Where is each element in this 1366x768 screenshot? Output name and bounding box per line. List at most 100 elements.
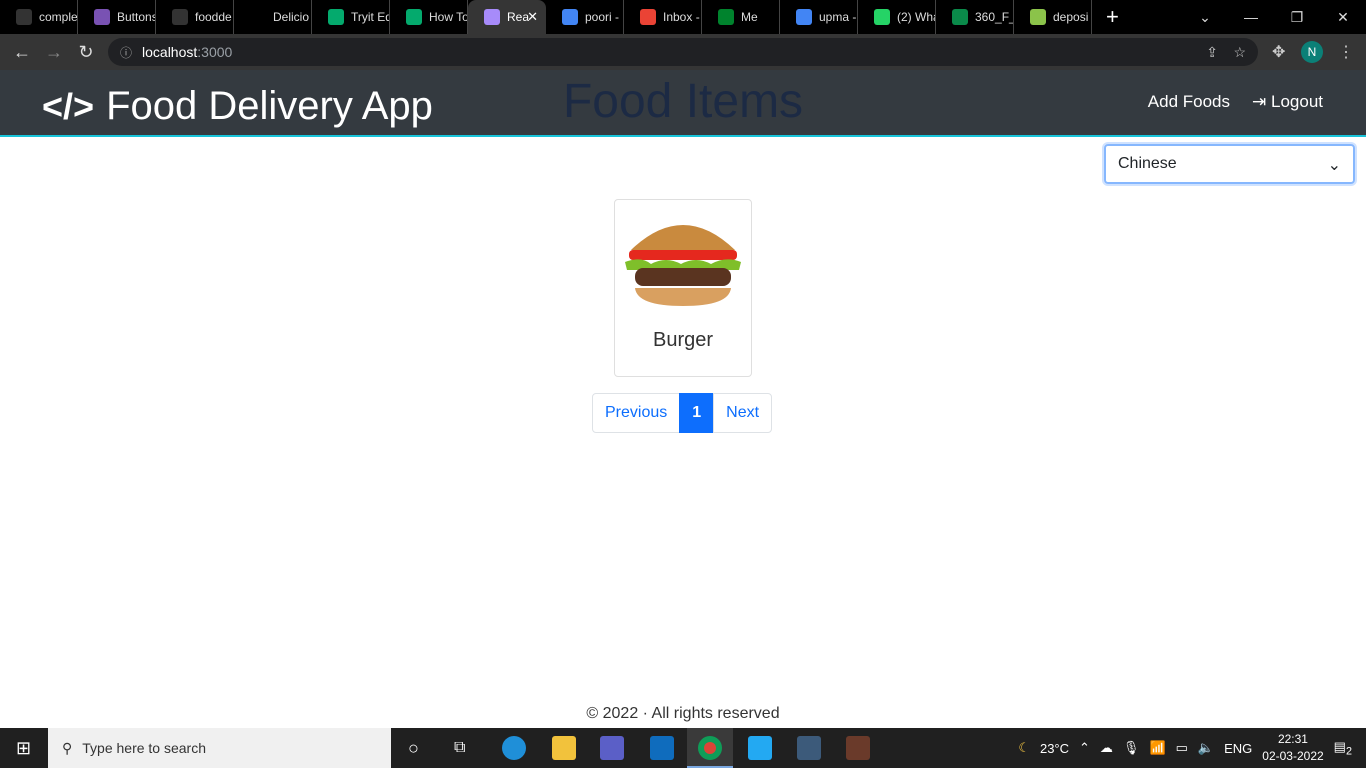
task-view-icon[interactable]: ⧉ (454, 739, 465, 757)
browser-tab[interactable]: Rea ✕ (468, 0, 546, 34)
browser-tab[interactable]: upma - (780, 0, 858, 34)
chrome-taskbar-button[interactable] (687, 728, 733, 768)
tab-title: Inbox - (663, 10, 700, 24)
search-placeholder: Type here to search (82, 740, 207, 756)
favicon-icon (796, 9, 812, 25)
edge-icon[interactable] (502, 736, 526, 760)
new-tab-button[interactable]: + (1106, 4, 1119, 30)
logout-link[interactable]: ⇥ Logout (1252, 92, 1323, 112)
add-foods-link[interactable]: Add Foods (1148, 92, 1230, 112)
tab-search-icon[interactable]: ⌄ (1182, 9, 1228, 26)
close-tab-icon[interactable]: ✕ (527, 9, 538, 25)
favicon-icon (406, 9, 422, 25)
back-icon[interactable]: ← (6, 42, 38, 63)
clock[interactable]: 22:31 02-03-2022 (1262, 731, 1323, 765)
file-explorer-icon[interactable] (552, 736, 576, 760)
favicon-icon (484, 9, 500, 25)
cortana-icon[interactable]: ○ (408, 738, 419, 759)
volume-icon[interactable]: 🔈 (1198, 740, 1214, 756)
browser-tab[interactable]: foodde (156, 0, 234, 34)
favicon-icon (16, 9, 32, 25)
address-bar-row: ← → ↻ ⓘ localhost:3000 ⇪ ☆ ✥ N ⋮ (0, 34, 1366, 70)
browser-tab[interactable]: (2) Wha (858, 0, 936, 34)
category-select[interactable]: Chinese ⌄ (1104, 144, 1355, 184)
outlook-icon[interactable] (650, 736, 674, 760)
tab-title: How To (429, 10, 468, 24)
profile-avatar[interactable]: N (1301, 41, 1323, 63)
tab-title: Me (741, 10, 758, 24)
weather-temp[interactable]: 23°C (1040, 741, 1069, 756)
browser-tab[interactable]: Buttons (78, 0, 156, 34)
next-page-button[interactable]: Next (713, 393, 773, 433)
mysql-workbench-icon[interactable] (797, 736, 821, 760)
tab-title: Delicio (273, 10, 310, 24)
onedrive-icon[interactable]: ☁ (1100, 740, 1113, 756)
favicon-icon (874, 9, 890, 25)
browser-tab-strip: comple Buttons foodde Delicio Tryit Ed How To… (0, 0, 1366, 34)
network-icon[interactable]: 📶 (1149, 740, 1165, 756)
tab-title: Tryit Ed (351, 10, 390, 24)
browser-tab[interactable]: How To (390, 0, 468, 34)
tab-title: foodde (195, 10, 232, 24)
tab-title: poori - (585, 10, 620, 24)
browser-tab[interactable]: Inbox - (624, 0, 702, 34)
favicon-icon (94, 9, 110, 25)
page-1-button[interactable]: 1 (679, 393, 715, 433)
tab-title: 360_F_ (975, 10, 1014, 24)
browser-tab[interactable]: Me (702, 0, 780, 34)
browser-tab[interactable]: comple (0, 0, 78, 34)
windows-start-icon[interactable]: ⊞ (16, 738, 31, 759)
url-host: localhost (142, 44, 198, 60)
reload-icon[interactable]: ↻ (70, 42, 102, 63)
menu-icon[interactable]: ⋮ (1338, 42, 1354, 62)
tab-title: Rea (507, 10, 530, 24)
favicon-icon (250, 9, 266, 25)
favicon-icon (718, 9, 734, 25)
browser-tab[interactable]: Delicio (234, 0, 312, 34)
footer-text: © 2022 · All rights reserved (586, 705, 780, 722)
logout-label: Logout (1271, 92, 1323, 111)
close-window-button[interactable]: ✕ (1320, 9, 1366, 26)
favicon-icon (1030, 9, 1046, 25)
taskbar-search[interactable]: ⚲ Type here to search (48, 728, 391, 768)
language-indicator[interactable]: ENG (1224, 741, 1252, 756)
vscode-icon[interactable] (748, 736, 772, 760)
battery-icon[interactable]: ▭ (1176, 740, 1188, 756)
chevron-down-icon: ⌄ (1327, 157, 1341, 174)
logout-icon: ⇥ (1252, 92, 1271, 111)
browser-tab[interactable]: deposi (1014, 0, 1092, 34)
star-icon[interactable]: ☆ (1233, 44, 1246, 61)
extensions-icon[interactable]: ✥ (1272, 42, 1285, 62)
notifications-icon[interactable]: ▤2 (1334, 739, 1352, 758)
show-hidden-icons[interactable]: ⌃ (1079, 740, 1090, 756)
browser-tab[interactable]: poori - (546, 0, 624, 34)
previous-page-button[interactable]: Previous (592, 393, 681, 433)
tab-title: Buttons (117, 10, 156, 24)
teams-icon[interactable] (600, 736, 624, 760)
tab-title: deposi (1053, 10, 1089, 24)
food-name: Burger (652, 329, 714, 351)
browser-tab[interactable]: 360_F_ (936, 0, 1014, 34)
minimize-button[interactable]: — (1228, 9, 1274, 25)
forward-icon[interactable]: → (38, 42, 70, 63)
app-header: </> Food Delivery App Food Items Add Foo… (0, 70, 1366, 137)
share-icon[interactable]: ⇪ (1206, 44, 1218, 61)
favicon-icon (328, 9, 344, 25)
url-port: :3000 (197, 44, 233, 60)
favicon-icon (640, 9, 656, 25)
clock-date: 02-03-2022 (1262, 749, 1324, 763)
tab-title: comple (39, 10, 78, 24)
browser-tab[interactable]: Tryit Ed (312, 0, 390, 34)
burger-image (625, 225, 741, 306)
game-icon[interactable] (846, 736, 870, 760)
tab-title: upma - (819, 10, 857, 24)
weather-moon-icon[interactable]: ☾ (1018, 740, 1030, 756)
microphone-icon[interactable]: 🎙 (1123, 740, 1140, 756)
restore-button[interactable]: ❐ (1274, 9, 1320, 26)
favicon-icon (952, 9, 968, 25)
windows-taskbar: ⊞ ⚲ Type here to search ○ ⧉ ☾ 23°C ⌃ ☁ 🎙… (0, 728, 1366, 768)
url-bar[interactable]: ⓘ localhost:3000 ⇪ ☆ (108, 38, 1258, 66)
food-card[interactable]: Burger (614, 199, 752, 377)
tab-title: (2) Wha (897, 10, 936, 24)
clock-time: 22:31 (1277, 732, 1308, 746)
